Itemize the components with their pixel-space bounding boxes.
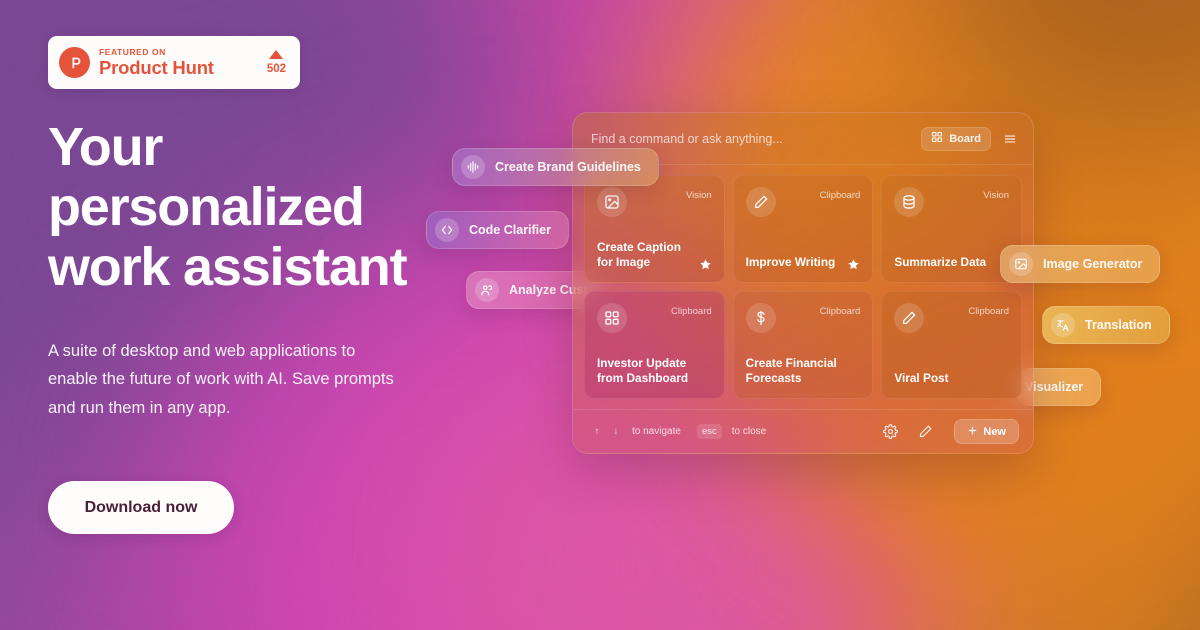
pill-code-clarifier[interactable]: Code Clarifier xyxy=(426,211,569,249)
card-bottom: Investor Update from Dashboard xyxy=(597,356,712,387)
plus-icon xyxy=(967,425,978,439)
arrow-down-key-icon: ↓ xyxy=(613,426,619,437)
upvote-triangle-icon xyxy=(269,50,284,59)
navigate-hint-label: to navigate xyxy=(632,426,681,437)
pill-label: Image Generator xyxy=(1043,257,1143,271)
product-hunt-vote-count: 502 xyxy=(266,63,286,75)
favorite-star-icon[interactable] xyxy=(847,258,860,271)
product-hunt-logo-icon xyxy=(59,47,90,78)
command-card-create-caption-for-image[interactable]: Vision Create Caption for Image xyxy=(584,175,725,283)
card-title-line-2: from Dashboard xyxy=(597,371,689,386)
pill-label: Create Brand Guidelines xyxy=(495,160,641,174)
hero-left-column: FEATURED ON Product Hunt 502 Your person… xyxy=(48,0,518,630)
card-title-line-1: Create Financial xyxy=(745,355,837,370)
image-icon xyxy=(597,187,627,217)
card-bottom: Viral Post xyxy=(894,371,1009,387)
command-card-investor-update-from-dashboard[interactable]: Clipboard Investor Update from Dashboard xyxy=(584,291,725,399)
product-hunt-upvote[interactable]: 502 xyxy=(267,50,289,75)
esc-key: esc xyxy=(696,424,722,439)
card-top: Clipboard xyxy=(894,303,1009,333)
download-now-button[interactable]: Download now xyxy=(48,481,234,534)
card-bottom: Summarize Data xyxy=(894,255,1009,271)
command-card-viral-post[interactable]: Clipboard Viral Post xyxy=(881,291,1022,399)
gear-icon[interactable] xyxy=(880,422,900,442)
translate-icon xyxy=(1051,313,1075,337)
card-tag: Clipboard xyxy=(819,306,861,317)
command-card-grid: Vision Create Caption for Image Clipboar… xyxy=(573,165,1033,409)
card-tag: Clipboard xyxy=(670,306,712,317)
code-icon xyxy=(435,218,459,242)
grid-icon xyxy=(597,303,627,333)
card-title: Create Financial Forecasts xyxy=(746,356,837,387)
grid-icon xyxy=(931,131,943,146)
new-command-button[interactable]: New xyxy=(954,419,1019,444)
card-title-line-2: Forecasts xyxy=(745,371,802,386)
headline-line-1: Your xyxy=(48,117,163,177)
card-top: Vision xyxy=(597,187,712,217)
product-hunt-name: Product Hunt xyxy=(99,57,214,78)
card-title-line-1: Investor Update xyxy=(597,355,687,370)
board-toggle-label: Board xyxy=(949,132,981,145)
headline-line-3: work assistant xyxy=(48,236,408,297)
close-hint-label: to close xyxy=(731,426,767,437)
arrow-up-key-icon: ↑ xyxy=(594,426,600,437)
pill-image-generator[interactable]: Image Generator xyxy=(1000,245,1161,283)
command-card-improve-writing[interactable]: Clipboard Improve Writing xyxy=(732,175,874,283)
card-tag: Vision xyxy=(685,190,712,201)
card-bottom: Improve Writing xyxy=(746,255,861,271)
card-title: Investor Update from Dashboard xyxy=(597,356,688,387)
pencil-icon[interactable] xyxy=(915,422,935,442)
search-input[interactable] xyxy=(591,131,912,146)
card-top: Clipboard xyxy=(745,303,861,333)
card-bottom: Create Caption for Image xyxy=(597,240,712,271)
card-title: Improve Writing xyxy=(745,255,836,270)
card-title-line-1: Create Caption xyxy=(597,239,681,254)
headline-line-2: personalized xyxy=(48,176,365,237)
card-tag: Clipboard xyxy=(968,306,1009,317)
page-title: Your personalized work assistant xyxy=(48,117,478,298)
pencil-icon xyxy=(745,187,776,217)
product-hunt-featured-label: FEATURED ON xyxy=(99,46,166,57)
command-card-create-financial-forecasts[interactable]: Clipboard Create Financial Forecasts xyxy=(732,291,874,399)
hamburger-menu-icon[interactable] xyxy=(1001,130,1019,148)
card-title: Summarize Data xyxy=(894,255,987,270)
card-top: Clipboard xyxy=(597,303,712,333)
card-title: Viral Post xyxy=(894,371,949,386)
pill-translation[interactable]: Translation xyxy=(1042,306,1170,344)
card-tag: Clipboard xyxy=(819,190,861,201)
card-top: Clipboard xyxy=(745,187,861,217)
pill-label: Translation xyxy=(1085,318,1152,332)
waveform-icon xyxy=(461,155,485,179)
pill-label: Code Clarifier xyxy=(469,223,551,237)
new-button-label: New xyxy=(983,425,1006,438)
product-hunt-text-block: FEATURED ON Product Hunt xyxy=(99,46,267,78)
product-hunt-badge[interactable]: FEATURED ON Product Hunt 502 xyxy=(48,36,300,89)
card-title: Create Caption for Image xyxy=(597,240,681,271)
board-view-toggle[interactable]: Board xyxy=(921,126,991,151)
hero-subcopy: A suite of desktop and web applications … xyxy=(48,342,394,417)
card-tag: Vision xyxy=(983,190,1009,201)
pill-create-brand-guidelines[interactable]: Create Brand Guidelines xyxy=(452,148,659,186)
card-top: Vision xyxy=(894,187,1009,217)
palette-footer: ↑ ↓ to navigate esc to close New xyxy=(573,409,1033,453)
dollar-icon xyxy=(745,303,776,333)
favorite-star-icon[interactable] xyxy=(699,258,712,271)
card-title-line-2: for Image xyxy=(597,255,651,270)
image-ai-icon xyxy=(1009,252,1033,276)
database-icon xyxy=(894,187,925,217)
card-bottom: Create Financial Forecasts xyxy=(746,356,861,387)
pencil-icon xyxy=(894,303,925,333)
